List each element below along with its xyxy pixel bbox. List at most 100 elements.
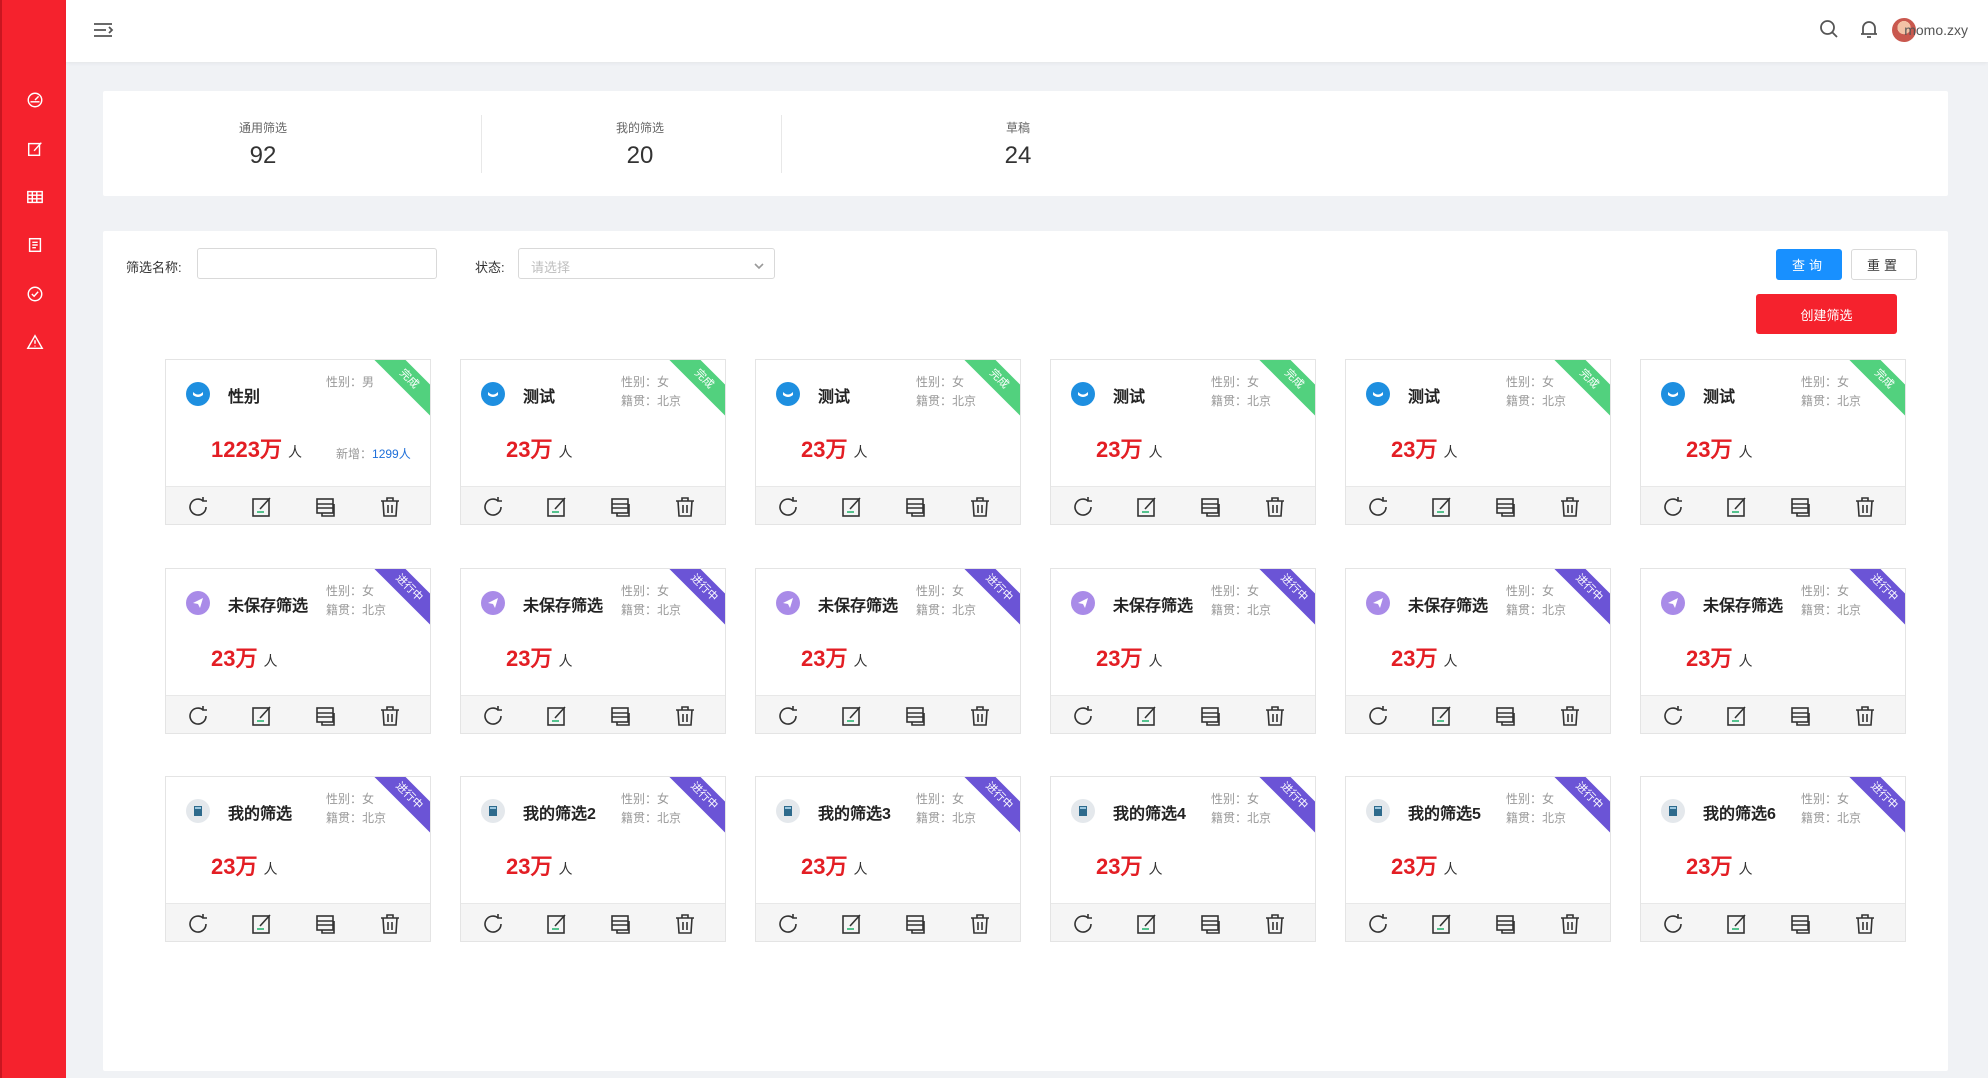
trash-icon[interactable] bbox=[673, 912, 697, 936]
check-circle-icon[interactable] bbox=[24, 283, 46, 305]
list-icon[interactable] bbox=[1199, 912, 1223, 936]
filter-card[interactable]: 未保存筛选 性别：女 籍贯：北京 23万人 进行中 bbox=[1345, 568, 1611, 734]
refresh-icon[interactable] bbox=[1071, 495, 1095, 519]
reset-button[interactable]: 重置 bbox=[1851, 249, 1917, 280]
filter-card[interactable]: 未保存筛选 性别：女 籍贯：北京 23万人 进行中 bbox=[165, 568, 431, 734]
filter-card[interactable]: 我的筛选4 性别：女 籍贯：北京 23万人 进行中 bbox=[1050, 776, 1316, 942]
trash-icon[interactable] bbox=[1853, 704, 1877, 728]
list-icon[interactable] bbox=[904, 704, 928, 728]
refresh-icon[interactable] bbox=[776, 495, 800, 519]
filter-card[interactable]: 我的筛选 性别：女 籍贯：北京 23万人 进行中 bbox=[165, 776, 431, 942]
trash-icon[interactable] bbox=[968, 704, 992, 728]
edit-icon[interactable] bbox=[1135, 912, 1159, 936]
trash-icon[interactable] bbox=[1263, 495, 1287, 519]
filter-card[interactable]: 测试 性别：女 籍贯：北京 23万人 完成 bbox=[460, 359, 726, 525]
filter-card[interactable]: 我的筛选5 性别：女 籍贯：北京 23万人 进行中 bbox=[1345, 776, 1611, 942]
filter-card[interactable]: 测试 性别：女 籍贯：北京 23万人 完成 bbox=[1345, 359, 1611, 525]
edit-icon[interactable] bbox=[250, 495, 274, 519]
refresh-icon[interactable] bbox=[776, 704, 800, 728]
filter-card[interactable]: 我的筛选3 性别：女 籍贯：北京 23万人 进行中 bbox=[755, 776, 1021, 942]
trash-icon[interactable] bbox=[1263, 912, 1287, 936]
refresh-icon[interactable] bbox=[1661, 912, 1685, 936]
list-icon[interactable] bbox=[609, 704, 633, 728]
refresh-icon[interactable] bbox=[186, 912, 210, 936]
refresh-icon[interactable] bbox=[481, 495, 505, 519]
trash-icon[interactable] bbox=[673, 704, 697, 728]
edit-icon[interactable] bbox=[545, 704, 569, 728]
filter-card[interactable]: 测试 性别：女 籍贯：北京 23万人 完成 bbox=[1640, 359, 1906, 525]
list-icon[interactable] bbox=[314, 495, 338, 519]
refresh-icon[interactable] bbox=[1366, 704, 1390, 728]
trash-icon[interactable] bbox=[1558, 912, 1582, 936]
edit-icon[interactable] bbox=[840, 912, 864, 936]
refresh-icon[interactable] bbox=[481, 704, 505, 728]
edit-icon[interactable] bbox=[1430, 912, 1454, 936]
refresh-icon[interactable] bbox=[481, 912, 505, 936]
filter-card[interactable]: 未保存筛选 性别：女 籍贯：北京 23万人 进行中 bbox=[1050, 568, 1316, 734]
list-icon[interactable] bbox=[314, 704, 338, 728]
trash-icon[interactable] bbox=[673, 495, 697, 519]
refresh-icon[interactable] bbox=[776, 912, 800, 936]
trash-icon[interactable] bbox=[968, 912, 992, 936]
refresh-icon[interactable] bbox=[1661, 704, 1685, 728]
document-icon[interactable] bbox=[24, 234, 46, 256]
list-icon[interactable] bbox=[609, 495, 633, 519]
edit-icon[interactable] bbox=[545, 912, 569, 936]
dashboard-icon[interactable] bbox=[24, 89, 46, 111]
edit-icon[interactable] bbox=[1725, 704, 1749, 728]
trash-icon[interactable] bbox=[1853, 912, 1877, 936]
trash-icon[interactable] bbox=[1558, 704, 1582, 728]
edit-icon[interactable] bbox=[24, 138, 46, 160]
warning-icon[interactable] bbox=[24, 331, 46, 353]
create-filter-button[interactable]: 创建筛选 bbox=[1756, 294, 1897, 334]
edit-icon[interactable] bbox=[1430, 495, 1454, 519]
menu-toggle-icon[interactable] bbox=[92, 20, 114, 40]
trash-icon[interactable] bbox=[1853, 495, 1877, 519]
list-icon[interactable] bbox=[1789, 704, 1813, 728]
list-icon[interactable] bbox=[314, 912, 338, 936]
refresh-icon[interactable] bbox=[1366, 495, 1390, 519]
trash-icon[interactable] bbox=[968, 495, 992, 519]
list-icon[interactable] bbox=[1494, 912, 1518, 936]
table-icon[interactable] bbox=[24, 186, 46, 208]
trash-icon[interactable] bbox=[378, 912, 402, 936]
filter-card[interactable]: 性别 性别：男 1223万人 新增：1299人 完成 bbox=[165, 359, 431, 525]
edit-icon[interactable] bbox=[840, 495, 864, 519]
list-icon[interactable] bbox=[1199, 704, 1223, 728]
refresh-icon[interactable] bbox=[186, 704, 210, 728]
status-select[interactable]: 请选择 bbox=[518, 248, 775, 279]
list-icon[interactable] bbox=[1789, 495, 1813, 519]
query-button[interactable]: 查询 bbox=[1776, 249, 1842, 280]
list-icon[interactable] bbox=[1494, 495, 1518, 519]
edit-icon[interactable] bbox=[250, 912, 274, 936]
trash-icon[interactable] bbox=[378, 704, 402, 728]
edit-icon[interactable] bbox=[545, 495, 569, 519]
list-icon[interactable] bbox=[609, 912, 633, 936]
filter-card[interactable]: 我的筛选2 性别：女 籍贯：北京 23万人 进行中 bbox=[460, 776, 726, 942]
refresh-icon[interactable] bbox=[1071, 912, 1095, 936]
refresh-icon[interactable] bbox=[186, 495, 210, 519]
edit-icon[interactable] bbox=[1135, 495, 1159, 519]
filter-card[interactable]: 测试 性别：女 籍贯：北京 23万人 完成 bbox=[755, 359, 1021, 525]
trash-icon[interactable] bbox=[1558, 495, 1582, 519]
trash-icon[interactable] bbox=[378, 495, 402, 519]
filter-card[interactable]: 未保存筛选 性别：女 籍贯：北京 23万人 进行中 bbox=[460, 568, 726, 734]
filter-name-input[interactable] bbox=[197, 248, 437, 279]
list-icon[interactable] bbox=[1199, 495, 1223, 519]
filter-card[interactable]: 测试 性别：女 籍贯：北京 23万人 完成 bbox=[1050, 359, 1316, 525]
edit-icon[interactable] bbox=[840, 704, 864, 728]
list-icon[interactable] bbox=[1494, 704, 1518, 728]
edit-icon[interactable] bbox=[250, 704, 274, 728]
filter-card[interactable]: 未保存筛选 性别：女 籍贯：北京 23万人 进行中 bbox=[755, 568, 1021, 734]
list-icon[interactable] bbox=[904, 495, 928, 519]
list-icon[interactable] bbox=[904, 912, 928, 936]
search-icon[interactable] bbox=[1818, 18, 1842, 42]
edit-icon[interactable] bbox=[1135, 704, 1159, 728]
refresh-icon[interactable] bbox=[1366, 912, 1390, 936]
bell-icon[interactable] bbox=[1858, 18, 1882, 42]
edit-icon[interactable] bbox=[1725, 912, 1749, 936]
username[interactable]: momo.zxy bbox=[1904, 22, 1968, 38]
filter-card[interactable]: 未保存筛选 性别：女 籍贯：北京 23万人 进行中 bbox=[1640, 568, 1906, 734]
filter-card[interactable]: 我的筛选6 性别：女 籍贯：北京 23万人 进行中 bbox=[1640, 776, 1906, 942]
edit-icon[interactable] bbox=[1430, 704, 1454, 728]
